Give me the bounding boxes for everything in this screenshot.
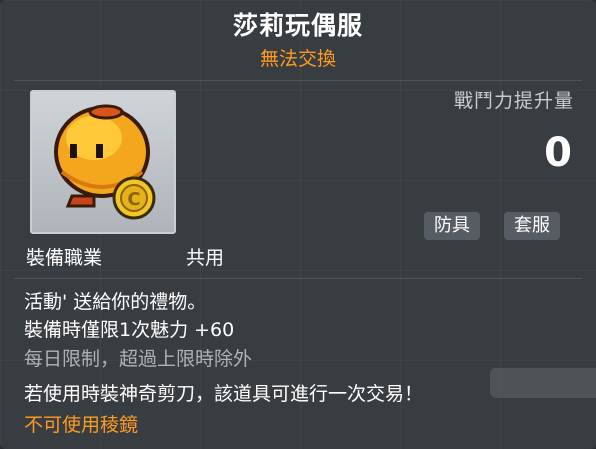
combat-power-value: 0 bbox=[544, 130, 572, 176]
item-tooltip: 莎莉玩偶服 無法交換 C 戰鬥力提升量 0 防具 套服 裝備職業 共用 活動' … bbox=[0, 0, 596, 449]
scissors-note: 若使用時裝神奇剪刀，該道具可進行一次交易！ bbox=[24, 383, 424, 405]
divider-middle bbox=[14, 278, 582, 279]
tag-outfit: 套服 bbox=[504, 212, 560, 240]
divider-top bbox=[14, 80, 582, 81]
orange-blob-doll-icon: C bbox=[54, 104, 156, 220]
prism-note: 不可使用稜鏡 bbox=[24, 414, 139, 436]
trade-status: 無法交換 bbox=[259, 48, 336, 70]
svg-text:C: C bbox=[127, 189, 140, 210]
tag-armor: 防具 bbox=[424, 212, 480, 240]
item-icon-frame: C bbox=[30, 90, 176, 234]
item-name: 莎莉玩偶服 bbox=[232, 11, 363, 40]
job-label: 裝備職業 bbox=[26, 247, 103, 269]
description-line-2: 裝備時僅限1次魅力 +60 bbox=[24, 319, 235, 341]
combat-power-label: 戰鬥力提升量 bbox=[453, 90, 574, 112]
job-value: 共用 bbox=[186, 247, 225, 269]
description-line-1: 活動' 送給你的禮物。 bbox=[24, 291, 207, 313]
background-ghost-button bbox=[490, 368, 596, 398]
description-line-3: 每日限制，超過上限時除外 bbox=[24, 348, 253, 370]
